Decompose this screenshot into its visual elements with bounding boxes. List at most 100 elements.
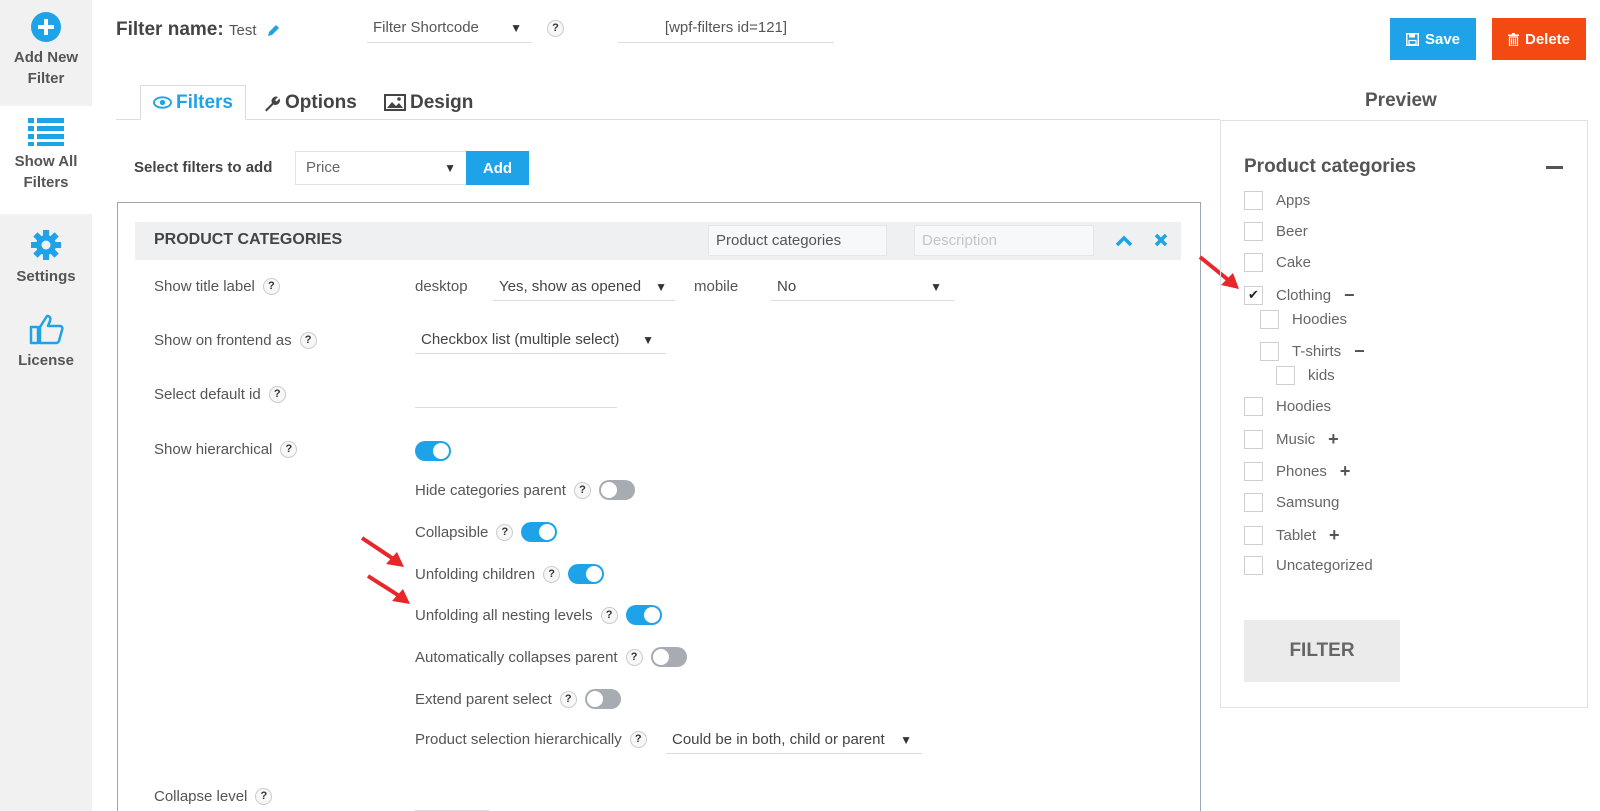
tab-options-label: Options xyxy=(285,91,357,113)
pencil-icon[interactable] xyxy=(266,24,280,38)
collapsible-toggle[interactable] xyxy=(521,522,558,542)
checkbox[interactable] xyxy=(1244,191,1263,210)
preview-item-music[interactable]: Music + xyxy=(1244,429,1339,450)
trash-icon xyxy=(1507,32,1519,46)
expand-plus-icon[interactable]: + xyxy=(1340,461,1351,482)
shortcode-select[interactable]: Filter Shortcode ▼ xyxy=(367,19,532,43)
tab-design[interactable]: Design xyxy=(372,85,485,120)
expand-plus-icon[interactable]: + xyxy=(1328,429,1339,450)
collapse-minus-icon[interactable]: − xyxy=(1344,285,1355,306)
checkbox[interactable] xyxy=(1244,222,1263,241)
help-icon[interactable]: ? xyxy=(600,606,618,624)
tab-options[interactable]: Options xyxy=(251,85,369,120)
unfolding-all-toggle[interactable] xyxy=(625,605,662,625)
preview-item-label: Clothing xyxy=(1276,287,1332,304)
desktop-label: desktop xyxy=(415,278,468,295)
help-icon[interactable]: ? xyxy=(299,332,317,349)
preview-item-apps[interactable]: Apps xyxy=(1244,191,1310,210)
chevron-down-icon: ▼ xyxy=(642,333,654,347)
preview-item-samsung[interactable]: Samsung xyxy=(1244,493,1339,512)
filter-title-input[interactable]: Product categories xyxy=(708,225,887,256)
preview-item-beer[interactable]: Beer xyxy=(1244,222,1308,241)
preview-heading: Preview xyxy=(1365,90,1437,111)
show-title-label-text: Show title label xyxy=(154,278,255,295)
expand-plus-icon[interactable]: + xyxy=(1329,525,1340,546)
checkbox[interactable] xyxy=(1244,493,1263,512)
preview-item-hoodies-child[interactable]: Hoodies xyxy=(1260,310,1347,329)
preview-item-tshirts[interactable]: T-shirts − xyxy=(1260,341,1365,362)
unfolding-children-toggle[interactable] xyxy=(568,564,605,584)
eye-icon xyxy=(153,96,172,109)
filter-button[interactable]: FILTER xyxy=(1244,620,1400,682)
show-all-filters-button[interactable]: Show All Filters xyxy=(0,106,92,214)
help-icon[interactable]: ? xyxy=(268,386,286,403)
preview-item-clothing[interactable]: Clothing− xyxy=(1244,285,1355,306)
collapse-level-input[interactable] xyxy=(415,786,489,811)
checkbox[interactable] xyxy=(1260,342,1279,361)
frontend-type-select[interactable]: Checkbox list (multiple select) ▼ xyxy=(415,328,666,354)
checkbox[interactable] xyxy=(1260,310,1279,329)
show-hierarchical-toggle[interactable] xyxy=(415,441,451,461)
description-input[interactable]: Description xyxy=(914,225,1094,256)
preview-item-cake[interactable]: Cake xyxy=(1244,253,1311,272)
checkbox-checked[interactable] xyxy=(1244,286,1263,305)
help-icon[interactable]: ? xyxy=(625,648,643,666)
checkbox[interactable] xyxy=(1244,430,1263,449)
help-icon[interactable]: ? xyxy=(547,20,564,37)
add-filter-button[interactable]: Add xyxy=(466,151,529,185)
add-new-filter-button[interactable]: Add New Filter xyxy=(0,12,92,98)
product-selection-row: Product selection hierarchically ? xyxy=(415,731,647,748)
checkbox[interactable] xyxy=(1244,397,1263,416)
frontend-type-value: Checkbox list (multiple select) xyxy=(421,331,620,348)
preview-item-hoodies[interactable]: Hoodies xyxy=(1244,397,1331,416)
default-id-input[interactable] xyxy=(415,381,617,408)
help-icon[interactable]: ? xyxy=(262,278,280,295)
save-button[interactable]: Save xyxy=(1390,18,1476,60)
checkbox[interactable] xyxy=(1244,462,1263,481)
hide-categories-parent-row: Hide categories parent ? xyxy=(415,480,635,500)
collapse-level-row: Collapse level ? xyxy=(154,788,273,805)
checkbox[interactable] xyxy=(1244,556,1263,575)
unfolding-children-text: Unfolding children xyxy=(415,565,536,583)
desktop-select-value: Yes, show as opened xyxy=(499,278,642,295)
filter-type-value: Price xyxy=(306,159,341,176)
delete-button[interactable]: Delete xyxy=(1492,18,1586,60)
collapsible-row: Collapsible ? xyxy=(415,522,558,542)
collapse-minus-icon[interactable]: − xyxy=(1354,341,1365,362)
extend-parent-toggle[interactable] xyxy=(584,689,621,709)
help-icon[interactable]: ? xyxy=(559,690,577,708)
shortcode-field[interactable]: [wpf-filters id=121] xyxy=(618,19,834,43)
help-icon[interactable]: ? xyxy=(280,441,298,458)
close-icon[interactable] xyxy=(1154,233,1168,247)
auto-collapses-toggle[interactable] xyxy=(650,647,687,667)
license-button[interactable]: License xyxy=(0,313,92,373)
preview-item-tablet[interactable]: Tablet + xyxy=(1244,525,1340,546)
preview-item-label: T-shirts xyxy=(1292,343,1342,360)
preview-item-label: Music xyxy=(1276,431,1316,448)
chevron-down-icon: ▼ xyxy=(930,280,942,294)
help-icon[interactable]: ? xyxy=(496,523,514,541)
preview-item-phones[interactable]: Phones + xyxy=(1244,461,1350,482)
collapse-minus-icon[interactable] xyxy=(1546,166,1563,169)
checkbox[interactable] xyxy=(1244,526,1263,545)
desktop-select[interactable]: Yes, show as opened ▼ xyxy=(493,275,675,301)
help-icon[interactable]: ? xyxy=(629,731,647,748)
mobile-select[interactable]: No ▼ xyxy=(771,275,954,301)
filter-name-value[interactable]: Test xyxy=(229,22,257,39)
preview-item-uncategorized[interactable]: Uncategorized xyxy=(1244,556,1373,575)
preview-item-kids[interactable]: kids xyxy=(1276,366,1335,385)
settings-button[interactable]: Settings xyxy=(0,229,92,289)
collapsible-text: Collapsible xyxy=(415,523,489,541)
checkbox[interactable] xyxy=(1244,253,1263,272)
hide-categories-parent-toggle[interactable] xyxy=(598,480,635,500)
chevron-down-icon: ▼ xyxy=(510,21,522,35)
help-icon[interactable]: ? xyxy=(543,565,561,583)
product-selection-select[interactable]: Could be in both, child or parent ▼ xyxy=(666,728,922,754)
help-icon[interactable]: ? xyxy=(573,481,591,499)
help-icon[interactable]: ? xyxy=(255,788,273,805)
filter-type-select[interactable]: Price ▼ xyxy=(295,151,467,185)
chevron-up-icon[interactable] xyxy=(1115,235,1133,247)
tab-filters[interactable]: Filters xyxy=(140,85,246,120)
settings-label: Settings xyxy=(16,268,76,285)
checkbox[interactable] xyxy=(1276,366,1295,385)
